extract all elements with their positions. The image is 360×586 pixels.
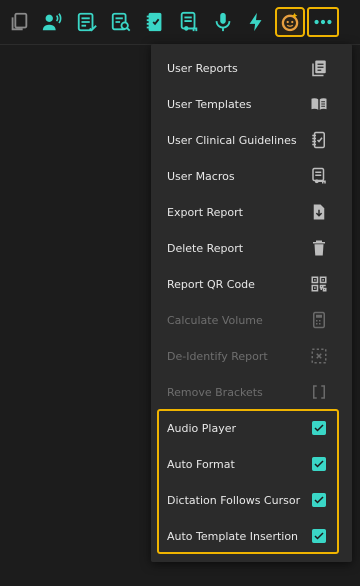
profile-icon[interactable]: [275, 7, 305, 37]
toggle-label: Auto Format: [167, 457, 235, 471]
more-icon[interactable]: [307, 7, 339, 37]
checkbox-checked-icon[interactable]: [312, 493, 326, 507]
menu-item-de-identify-report[interactable]: De-Identify Report: [151, 338, 352, 374]
more-options-menu: User Reports User Templates User Clinica…: [151, 44, 352, 562]
menu-item-user-reports[interactable]: User Reports: [151, 50, 352, 86]
menu-item-label: Report QR Code: [167, 277, 255, 291]
calculator-icon: [310, 311, 328, 329]
search-report-icon[interactable]: [106, 7, 136, 37]
copy-icon[interactable]: [4, 7, 34, 37]
menu-item-delete-report[interactable]: Delete Report: [151, 230, 352, 266]
qr-code-icon: [310, 275, 328, 293]
microphone-icon[interactable]: [208, 7, 238, 37]
guidelines-icon[interactable]: [140, 7, 170, 37]
toolbar: [0, 0, 360, 45]
macros-icon: [310, 167, 328, 185]
toggle-dictation-follows-cursor[interactable]: Dictation Follows Cursor: [151, 482, 352, 518]
checkbox-checked-icon[interactable]: [312, 421, 326, 435]
toggle-audio-player[interactable]: Audio Player: [151, 410, 352, 446]
menu-item-remove-brackets[interactable]: Remove Brackets: [151, 374, 352, 410]
book-icon: [310, 95, 328, 113]
toggle-auto-format[interactable]: Auto Format: [151, 446, 352, 482]
macros-icon[interactable]: [174, 7, 204, 37]
guidelines-icon: [310, 131, 328, 149]
toggle-label: Auto Template Insertion: [167, 529, 299, 543]
menu-item-label: User Templates: [167, 97, 252, 111]
checklist-icon[interactable]: [72, 7, 102, 37]
reports-icon: [310, 59, 328, 77]
toggle-label: Dictation Follows Cursor: [167, 493, 301, 507]
menu-item-label: User Reports: [167, 61, 238, 75]
menu-item-calculate-volume[interactable]: Calculate Volume: [151, 302, 352, 338]
menu-item-label: User Clinical Guidelines: [167, 133, 297, 147]
menu-item-user-clinical-guidelines[interactable]: User Clinical Guidelines: [151, 122, 352, 158]
menu-item-user-macros[interactable]: User Macros: [151, 158, 352, 194]
checkbox-checked-icon[interactable]: [312, 529, 326, 543]
menu-item-label: De-Identify Report: [167, 349, 268, 363]
lightning-icon[interactable]: [241, 7, 271, 37]
menu-item-export-report[interactable]: Export Report: [151, 194, 352, 230]
download-file-icon: [310, 203, 328, 221]
menu-item-label: Calculate Volume: [167, 313, 263, 327]
trash-icon: [310, 239, 328, 257]
voice-user-icon[interactable]: [37, 7, 67, 37]
menu-item-report-qr-code[interactable]: Report QR Code: [151, 266, 352, 302]
menu-item-user-templates[interactable]: User Templates: [151, 86, 352, 122]
brackets-icon: [310, 383, 328, 401]
menu-item-label: Export Report: [167, 205, 243, 219]
menu-item-label: User Macros: [167, 169, 235, 183]
de-identify-icon: [310, 347, 328, 365]
menu-item-label: Delete Report: [167, 241, 244, 255]
checkbox-checked-icon[interactable]: [312, 457, 326, 471]
menu-item-label: Remove Brackets: [167, 385, 263, 399]
toggle-auto-template-insertion[interactable]: Auto Template Insertion: [151, 518, 352, 554]
toggle-label: Audio Player: [167, 421, 236, 435]
